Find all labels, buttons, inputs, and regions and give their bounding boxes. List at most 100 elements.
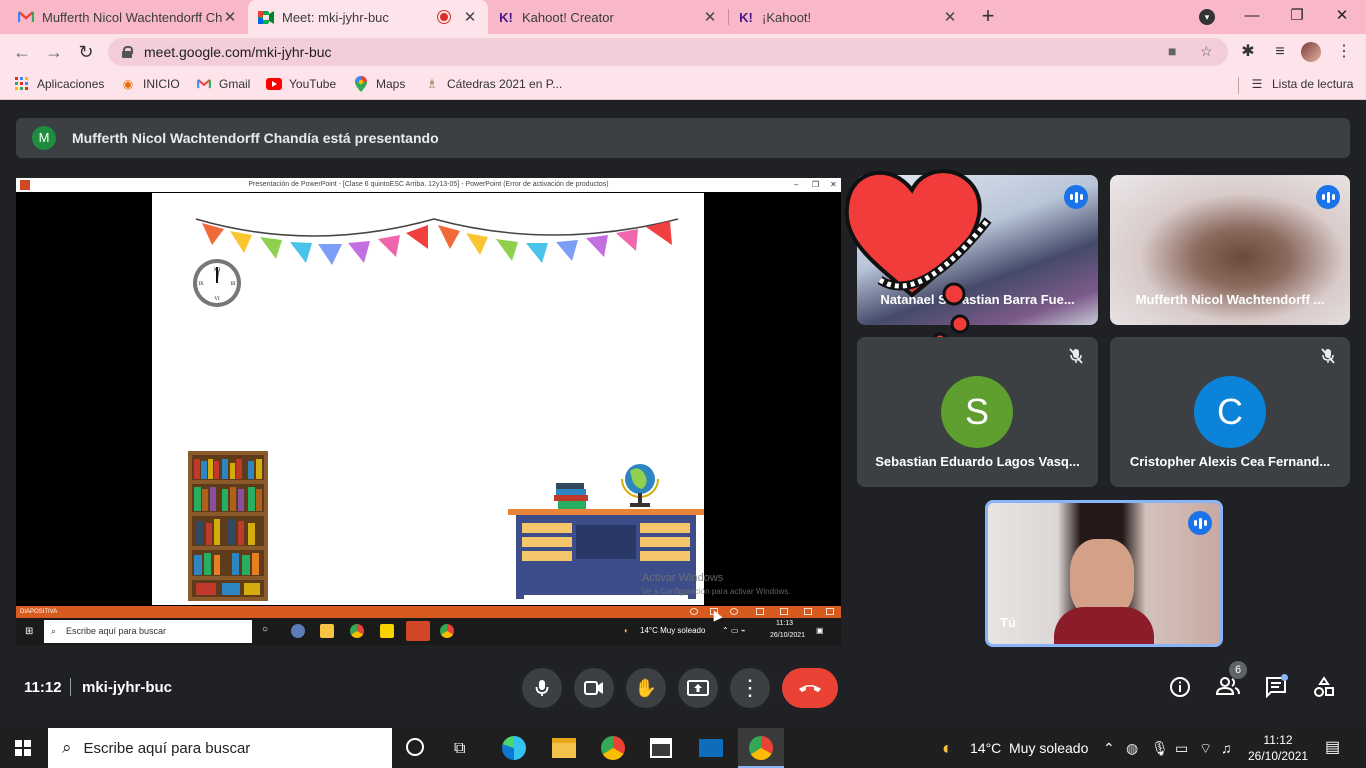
meeting-time: 11:12 — [24, 679, 62, 696]
chrome-meet-icon — [749, 736, 773, 760]
inner-cortana-icon: ○ — [262, 624, 269, 635]
weather-icon[interactable]: ◐ — [942, 738, 953, 759]
bookmark-catedras[interactable]: ♗ Cátedras 2021 en P... — [424, 76, 563, 92]
volume-icon[interactable]: ♫ — [1221, 740, 1232, 756]
reload-icon[interactable]: ↻ — [74, 40, 98, 64]
participant-tile-mufferth[interactable]: Mufferth Nicol Wachtendorff ... — [1110, 175, 1350, 325]
leave-call-button[interactable] — [782, 668, 838, 708]
bookmark-gmail[interactable]: Gmail — [196, 76, 250, 92]
tab-strip: Mufferth Nicol Wachtendorff Cha ✕ Meet: … — [0, 0, 1366, 34]
store-icon[interactable] — [650, 738, 672, 758]
bookmark-star-icon[interactable]: ☆ — [1200, 43, 1213, 60]
presenter-avatar: M — [32, 126, 56, 150]
self-tile[interactable]: Tú — [985, 500, 1223, 647]
kahoot-icon: K! — [739, 9, 753, 25]
people-button[interactable] — [1215, 676, 1241, 702]
present-screen-button[interactable] — [678, 668, 718, 708]
microphone-button[interactable] — [522, 668, 562, 708]
tab-gmail[interactable]: Mufferth Nicol Wachtendorff Cha ✕ — [8, 0, 248, 34]
bookmark-label: Cátedras 2021 en P... — [447, 77, 563, 91]
weather-text[interactable]: Muy soleado — [1009, 740, 1088, 756]
participant-name: Sebastian Eduardo Lagos Vasq... — [875, 454, 1080, 469]
inner-weather-text: 14°C Muy soleado — [640, 626, 706, 635]
more-options-button[interactable]: ⋮ — [730, 668, 770, 708]
chrome-icon[interactable] — [601, 736, 625, 760]
presenter-banner: M Mufferth Nicol Wachtendorff Chandía es… — [16, 118, 1350, 158]
battery-icon[interactable]: ▭ — [1175, 740, 1188, 757]
file-explorer-icon[interactable] — [552, 738, 576, 758]
taskbar-date: 26/10/2021 — [1248, 749, 1309, 763]
tab-kahoot-creator[interactable]: K! Kahoot! Creator ✕ — [488, 0, 728, 34]
close-window-button[interactable]: ✕ — [1322, 4, 1362, 28]
meeting-details-button[interactable] — [1167, 676, 1193, 702]
hidden-icons-chevron[interactable]: ⌃ — [1103, 740, 1115, 757]
bookmark-maps[interactable]: Maps — [353, 76, 405, 92]
restore-button[interactable]: ❐ — [1277, 4, 1317, 28]
tab-kahoot[interactable]: K! ¡Kahoot! ✕ — [728, 0, 968, 34]
pp-restore-icon: ❐ — [812, 180, 820, 189]
camera-icon[interactable]: ■ — [1168, 43, 1176, 59]
svg-text:IX: IX — [198, 282, 204, 287]
meeting-divider — [70, 678, 71, 696]
media-control-icon[interactable]: ≡ — [1270, 42, 1290, 62]
pp-notes-icon — [690, 608, 698, 615]
taskbar-search-box[interactable]: ⌕ Escribe aquí para buscar — [48, 728, 392, 768]
inner-chrome-meet-icon — [440, 624, 454, 638]
notifications-icon[interactable]: ▤ — [1325, 737, 1340, 757]
speaking-indicator-icon — [1188, 511, 1212, 535]
address-bar[interactable]: meet.google.com/mki-jyhr-buc ■ ☆ — [108, 38, 1228, 66]
extensions-icon[interactable]: ✱ — [1238, 42, 1258, 62]
shared-screen[interactable]: Presentación de PowerPoint - [Clase 6 qu… — [16, 178, 841, 645]
edge-icon[interactable] — [502, 736, 526, 760]
wifi-icon[interactable]: ⌔ — [1199, 740, 1212, 758]
mail-icon[interactable] — [699, 739, 723, 757]
close-tab-icon[interactable]: ✕ — [702, 8, 718, 26]
reading-list-button[interactable]: ☰ Lista de lectura — [1249, 76, 1354, 92]
close-tab-icon[interactable]: ✕ — [462, 8, 478, 26]
self-video-body — [1054, 607, 1154, 644]
tab-meet[interactable]: Meet: mki-jyhr-buc ✕ — [248, 0, 488, 34]
people-count-badge: 6 — [1229, 661, 1247, 679]
tray-mic-icon[interactable]: 🎙︎ — [1151, 740, 1169, 757]
heart-sticker — [844, 169, 992, 348]
windows-start-button[interactable] — [15, 740, 31, 756]
participant-tile-sebastian[interactable]: S Sebastian Eduardo Lagos Vasq... — [857, 337, 1098, 487]
inner-powerpoint-icon — [406, 621, 430, 641]
taskbar-clock[interactable]: 11:12 26/10/2021 — [1248, 732, 1308, 764]
new-tab-button[interactable]: + — [976, 5, 1000, 29]
taskbar-active-app[interactable] — [738, 728, 784, 768]
more-vert-icon: ⋮ — [739, 675, 761, 700]
profile-avatar[interactable] — [1301, 42, 1321, 62]
participant-avatar: S — [941, 376, 1013, 448]
bookmark-apps[interactable]: Aplicaciones — [14, 76, 104, 92]
bookmark-inicio[interactable]: ◉ INICIO — [120, 76, 180, 92]
cortana-icon[interactable] — [406, 738, 424, 756]
slide-status-label: DIAPOSITIVA — [20, 609, 58, 615]
temperature[interactable]: 14°C — [970, 740, 1001, 756]
browser-toolbar: ← → ↻ meet.google.com/mki-jyhr-buc ■ ☆ ✱… — [0, 34, 1366, 70]
close-tab-icon[interactable]: ✕ — [942, 8, 958, 26]
mic-off-icon — [1316, 347, 1340, 371]
pp-close-icon: ✕ — [830, 180, 837, 189]
inner-time: 11:13 — [776, 620, 793, 627]
activate-windows-subtitle: Ve a Configuración para activar Windows. — [642, 587, 791, 596]
raise-hand-button[interactable]: ✋ — [626, 668, 666, 708]
back-icon[interactable]: ← — [10, 40, 34, 64]
pp-sorter-icon — [756, 608, 764, 615]
meet-tray-icon[interactable]: ◍ — [1126, 740, 1138, 757]
bookmark-youtube[interactable]: YouTube — [266, 76, 336, 92]
chat-unread-dot — [1281, 674, 1288, 681]
task-view-icon[interactable]: ⧉ — [454, 740, 465, 758]
pp-comments-icon — [730, 608, 738, 615]
speaking-indicator-icon — [1316, 185, 1340, 209]
activities-button[interactable] — [1311, 676, 1337, 702]
youtube-icon — [266, 76, 282, 92]
participant-tile-cristopher[interactable]: C Cristopher Alexis Cea Fernand... — [1110, 337, 1350, 487]
close-tab-icon[interactable]: ✕ — [222, 8, 238, 26]
menu-icon[interactable]: ⋮ — [1334, 42, 1354, 62]
forward-icon[interactable]: → — [42, 40, 66, 64]
camera-button[interactable] — [574, 668, 614, 708]
wall-clock: XII III VI IX — [193, 259, 241, 307]
tab-search-icon[interactable]: ▾ — [1199, 9, 1215, 25]
minimize-button[interactable]: — — [1232, 4, 1272, 28]
